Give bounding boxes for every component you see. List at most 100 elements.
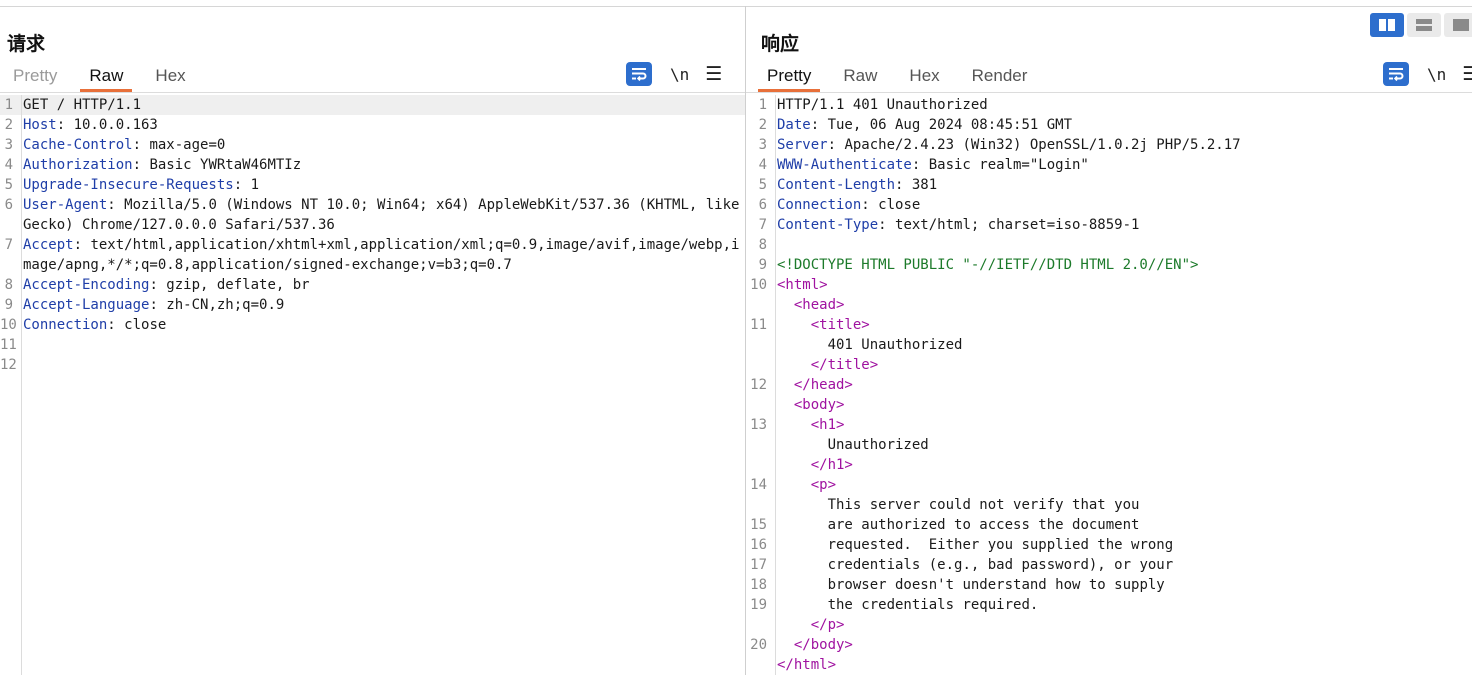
- response-tab-render[interactable]: Render: [963, 61, 1037, 92]
- line-content: <head>: [771, 295, 1472, 315]
- header-name: Accept-Language: [23, 297, 150, 313]
- request-tab-hex[interactable]: Hex: [146, 61, 194, 92]
- header-name: Host: [23, 117, 57, 133]
- line-number: 1: [758, 97, 767, 113]
- code-line: 11: [0, 335, 745, 355]
- line-number: 10: [0, 317, 17, 333]
- line-number: 9: [758, 257, 767, 273]
- response-tab-hex[interactable]: Hex: [900, 61, 948, 92]
- line-text: requested. Either you supplied the wrong: [827, 537, 1174, 553]
- code-line: </title>: [746, 355, 1472, 375]
- line-text: Unauthorized: [827, 437, 929, 453]
- line-number: 5: [758, 177, 767, 193]
- code-line: 1 HTTP/1.1 401 Unauthorized: [746, 95, 1472, 115]
- line-number: [746, 495, 771, 515]
- code-line: 3 Server: Apache/2.4.23 (Win32) OpenSSL/1…: [746, 135, 1472, 155]
- line-number: 4: [4, 157, 13, 173]
- code-line: 9 Accept-Language: zh-CN,zh;q=0.9: [0, 295, 745, 315]
- html-tag: </h1>: [810, 457, 853, 473]
- line-number: 14: [750, 477, 767, 493]
- newline-toggle[interactable]: \n: [670, 65, 689, 84]
- response-toolbar: \n ☰: [1383, 62, 1472, 86]
- request-gutter: [21, 95, 22, 675]
- line-number: 8: [758, 237, 767, 253]
- code-line: 8 Accept-Encoding: gzip, deflate, br: [0, 275, 745, 295]
- header-name: Cache-Control: [23, 137, 133, 153]
- code-line: 2 Date: Tue, 06 Aug 2024 08:45:51 GMT: [746, 115, 1472, 135]
- header-name: Accept: [23, 237, 74, 253]
- response-pane: 响应 Pretty Raw Hex Render \n ☰ 1 HTTP/1.1 …: [746, 7, 1472, 675]
- request-editor[interactable]: 1 GET / HTTP/1.1 2 Host: 10.0.0.163 3 Cache-C…: [0, 95, 745, 675]
- code-line: 6 User-Agent: Mozilla/5.0 (Windows NT 10.…: [0, 195, 745, 235]
- line-number: 11: [750, 317, 767, 333]
- header-name: Authorization: [23, 157, 133, 173]
- line-number: 1: [4, 97, 13, 113]
- line-content: Date: Tue, 06 Aug 2024 08:45:51 GMT: [777, 117, 1073, 133]
- line-content: the credentials required.: [771, 595, 1472, 615]
- header-value: Basic YWRtaW46MTIz: [149, 157, 302, 173]
- line-text: 401 Unauthorized: [827, 337, 963, 353]
- hamburger-menu-icon[interactable]: ☰: [705, 63, 722, 86]
- line-content: requested. Either you supplied the wrong: [771, 535, 1472, 555]
- code-line: 5 Content-Length: 381: [746, 175, 1472, 195]
- header-value: close: [124, 317, 167, 333]
- code-line: 13 <h1>: [746, 415, 1472, 435]
- code-line: 11 <title>: [746, 315, 1472, 335]
- doctype-declaration: <!DOCTYPE HTML PUBLIC "-//IETF//DTD HTML…: [777, 257, 1199, 273]
- line-content: [17, 355, 745, 375]
- code-line: 7 Content-Type: text/html; charset=iso-88…: [746, 215, 1472, 235]
- line-content: </p>: [771, 615, 1472, 635]
- request-title: 请求: [7, 34, 46, 55]
- code-line: This server could not verify that you: [746, 495, 1472, 515]
- line-number: 5: [4, 177, 13, 193]
- request-tab-pretty[interactable]: Pretty: [4, 61, 66, 92]
- code-line: 20 </body>: [746, 635, 1472, 655]
- header-name: Date: [777, 117, 811, 133]
- html-tag: <head>: [793, 297, 845, 313]
- code-line: 7 Accept: text/html,application/xhtml+xml…: [0, 235, 745, 275]
- word-wrap-icon[interactable]: [626, 62, 652, 86]
- response-editor[interactable]: 1 HTTP/1.1 401 Unauthorized 2 Date: Tue, 06…: [746, 95, 1472, 675]
- line-content: Content-Type: text/html; charset=iso-885…: [777, 217, 1140, 233]
- line-content: Authorization: Basic YWRtaW46MTIz: [23, 157, 302, 173]
- line-content: 401 Unauthorized: [771, 335, 1472, 355]
- html-tag: <title>: [810, 317, 870, 333]
- html-tag: <body>: [793, 397, 845, 413]
- line-number: 3: [758, 137, 767, 153]
- response-tabs: Pretty Raw Hex Render: [758, 61, 1050, 93]
- newline-toggle[interactable]: \n: [1427, 65, 1446, 84]
- line-content: Content-Length: 381: [777, 177, 938, 193]
- header-value: 10.0.0.163: [73, 117, 158, 133]
- line-content: Upgrade-Insecure-Requests: 1: [23, 177, 260, 193]
- response-tab-raw[interactable]: Raw: [834, 61, 886, 92]
- line-text: the credentials required.: [827, 597, 1039, 613]
- line-content: <html>: [771, 275, 1472, 295]
- line-content: This server could not verify that you: [771, 495, 1472, 515]
- header-value: Tue, 06 Aug 2024 08:45:51 GMT: [827, 117, 1073, 133]
- code-line: 4 Authorization: Basic YWRtaW46MTIz: [0, 155, 745, 175]
- response-tab-pretty[interactable]: Pretty: [758, 61, 821, 92]
- line-number: [746, 395, 771, 415]
- request-tab-raw[interactable]: Raw: [80, 61, 133, 92]
- header-name: Content-Length: [777, 177, 896, 193]
- line-content: Accept-Language: zh-CN,zh;q=0.9: [23, 297, 285, 313]
- line-number: 6: [758, 197, 767, 213]
- code-line: 4 WWW-Authenticate: Basic realm="Login": [746, 155, 1472, 175]
- line-content: HTTP/1.1 401 Unauthorized: [771, 95, 1472, 115]
- line-number: 7: [4, 237, 13, 253]
- line-text: GET / HTTP/1.1: [23, 97, 142, 113]
- code-line: 14 <p>: [746, 475, 1472, 495]
- line-content: Connection: close: [777, 197, 921, 213]
- header-name: Content-Type: [777, 217, 879, 233]
- word-wrap-icon[interactable]: [1383, 62, 1409, 86]
- hamburger-menu-icon[interactable]: ☰: [1462, 63, 1472, 86]
- line-content: browser doesn't understand how to supply: [771, 575, 1472, 595]
- header-value: Mozilla/5.0 (Windows NT 10.0; Win64; x64…: [23, 197, 740, 233]
- line-content: <body>: [771, 395, 1472, 415]
- line-content: Accept-Encoding: gzip, deflate, br: [23, 277, 310, 293]
- code-line: 12: [0, 355, 745, 375]
- code-line: 3 Cache-Control: max-age=0: [0, 135, 745, 155]
- line-number: 19: [750, 597, 767, 613]
- line-content: are authorized to access the document: [771, 515, 1472, 535]
- html-tag: </html>: [777, 657, 837, 673]
